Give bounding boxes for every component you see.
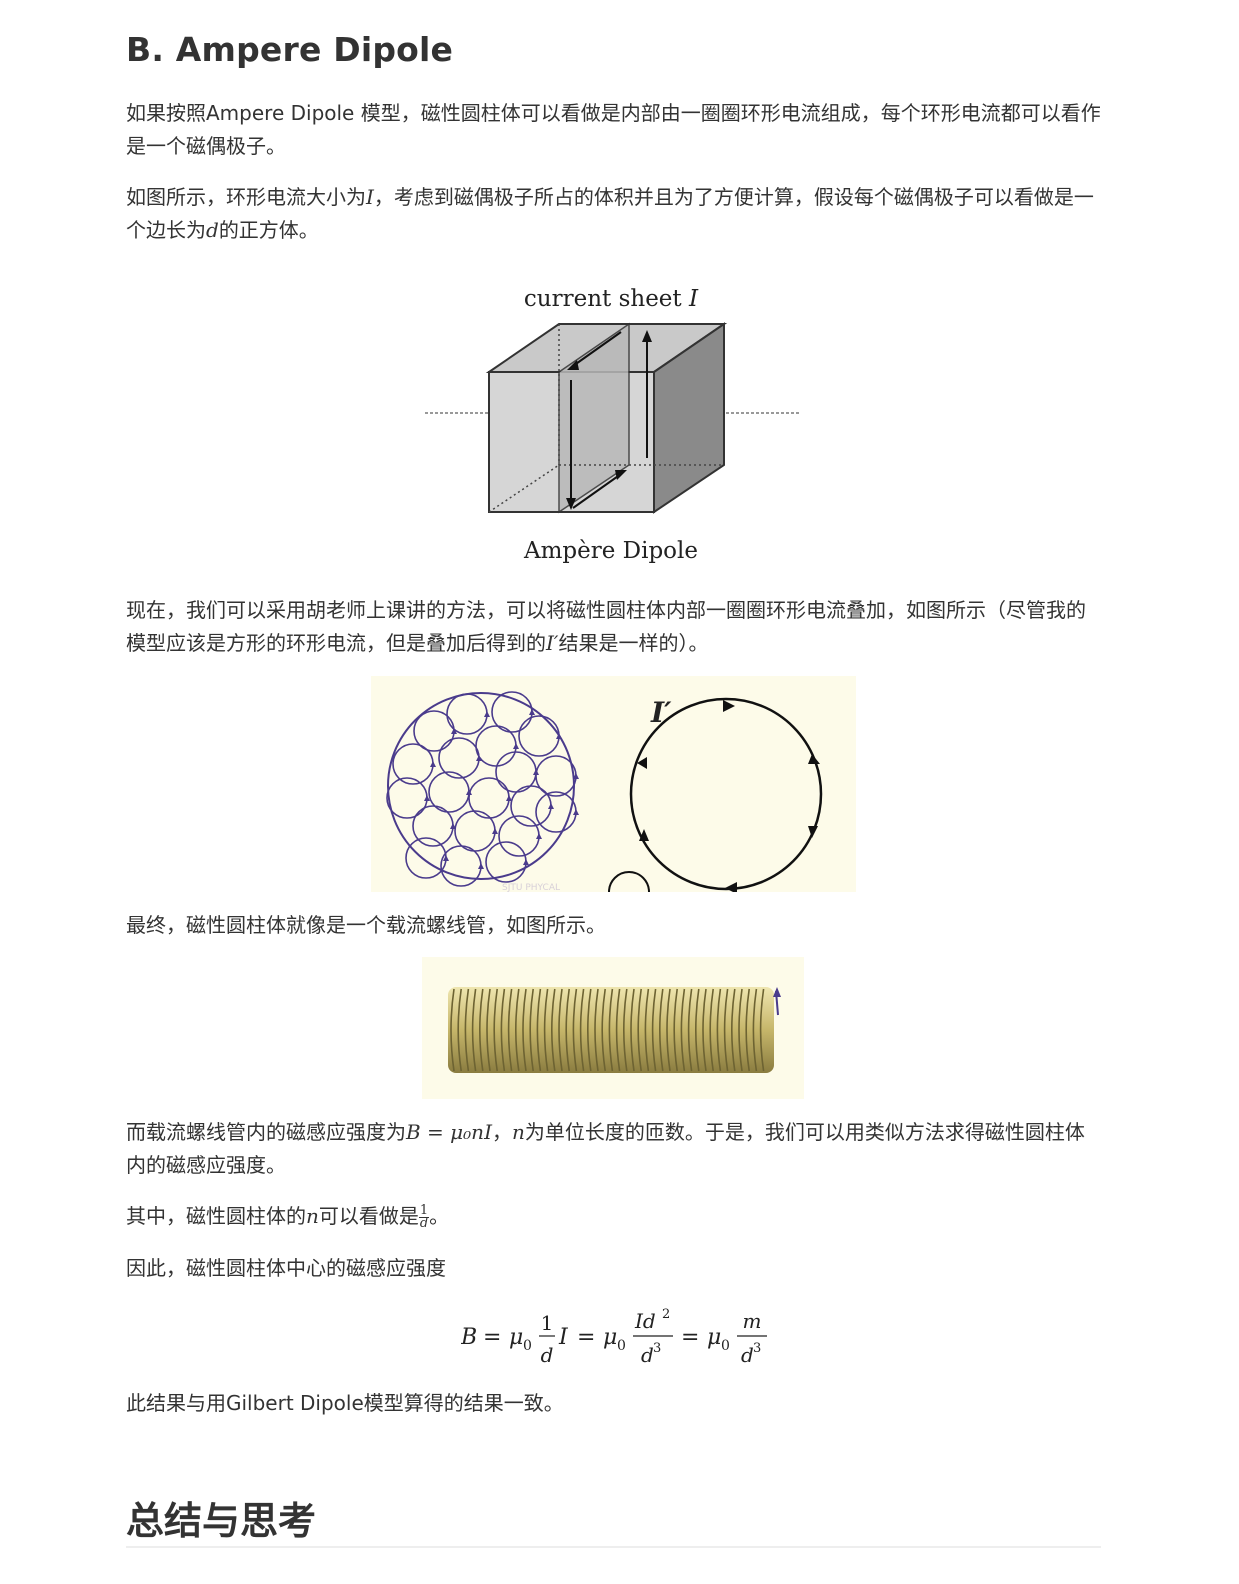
eq-mu-1: μ [509,1325,523,1350]
eq-frac3-den: d [741,1343,754,1367]
eq-mu-2: μ [603,1325,617,1350]
eq-frac3-den-exp: 3 [753,1341,761,1356]
paragraph-conclusion: 此结果与用Gilbert Dipole模型算得的结果一致。 [126,1391,564,1415]
paragraph-cube-assumption: 如图所示，环形电流大小为I，考虑到磁偶极子所占的体积并且为了方便计算，假设每个磁… [126,185,1094,242]
eq-equals-1: = [483,1325,501,1350]
eq-I: I [558,1325,569,1350]
eq-mu-sub-3: 0 [721,1338,730,1354]
paragraph-center-field: 因此，磁性圆柱体中心的磁感应强度 [126,1256,446,1280]
heading-divider [126,1546,1101,1548]
section-heading: B. Ampere Dipole [126,30,454,69]
paragraph-n-equals: 其中，磁性圆柱体的n可以看做是 1 d。 [126,1203,450,1231]
figure1-top-label: current sheet I [524,286,699,312]
eq-frac1-num: 1 [541,1311,554,1335]
eq-equals-3: = [681,1325,699,1350]
eq-frac2-num: Id [634,1309,656,1333]
fraction-one-over-d: 1d [418,1203,430,1231]
eq-mu-sub-1: 0 [523,1338,532,1354]
figure2-label: I′ [650,696,672,729]
eq-frac1-den: d [541,1343,554,1367]
eq-frac3-num: m [743,1309,762,1333]
eq-frac2-den-exp: 3 [653,1341,661,1356]
summary-heading: 总结与思考 [126,1499,317,1543]
eq-B: B [461,1325,477,1350]
current-superposition-figure: I′ SJTU PHYCAL [371,676,856,892]
ampere-dipole-figure: current sheet I Ampère Dipole [425,286,801,564]
paragraph-intro: 如果按照Ampere Dipole 模型，磁性圆柱体可以看做是内部由一圈圈环形电… [126,101,1101,158]
paragraph-solenoid: 最终，磁性圆柱体就像是一个载流螺线管，如图所示。 [126,913,606,937]
figure1-bottom-label: Ampère Dipole [523,538,698,564]
center-field-equation: B = μ 0 1 d I = μ 0 Id 2 d 3 = μ 0 m d 3 [461,1307,767,1367]
eq-frac2-num-exp: 2 [662,1307,670,1322]
eq-frac2-den: d [641,1343,654,1367]
eq-mu-sub-2: 0 [617,1338,626,1354]
eq-equals-2: = [577,1325,595,1350]
figure2-watermark: SJTU PHYCAL [502,883,560,892]
solenoid-figure [422,957,804,1099]
paragraph-solenoid-field: 而载流螺线管内的磁感应强度为B = μ₀nI，n为单位长度的匝数。于是，我们可以… [126,1120,1085,1177]
eq-mu-3: μ [707,1325,721,1350]
paragraph-superposition: 现在，我们可以采用胡老师上课讲的方法，可以将磁性圆柱体内部一圈圈环形电流叠加，如… [126,598,1086,655]
